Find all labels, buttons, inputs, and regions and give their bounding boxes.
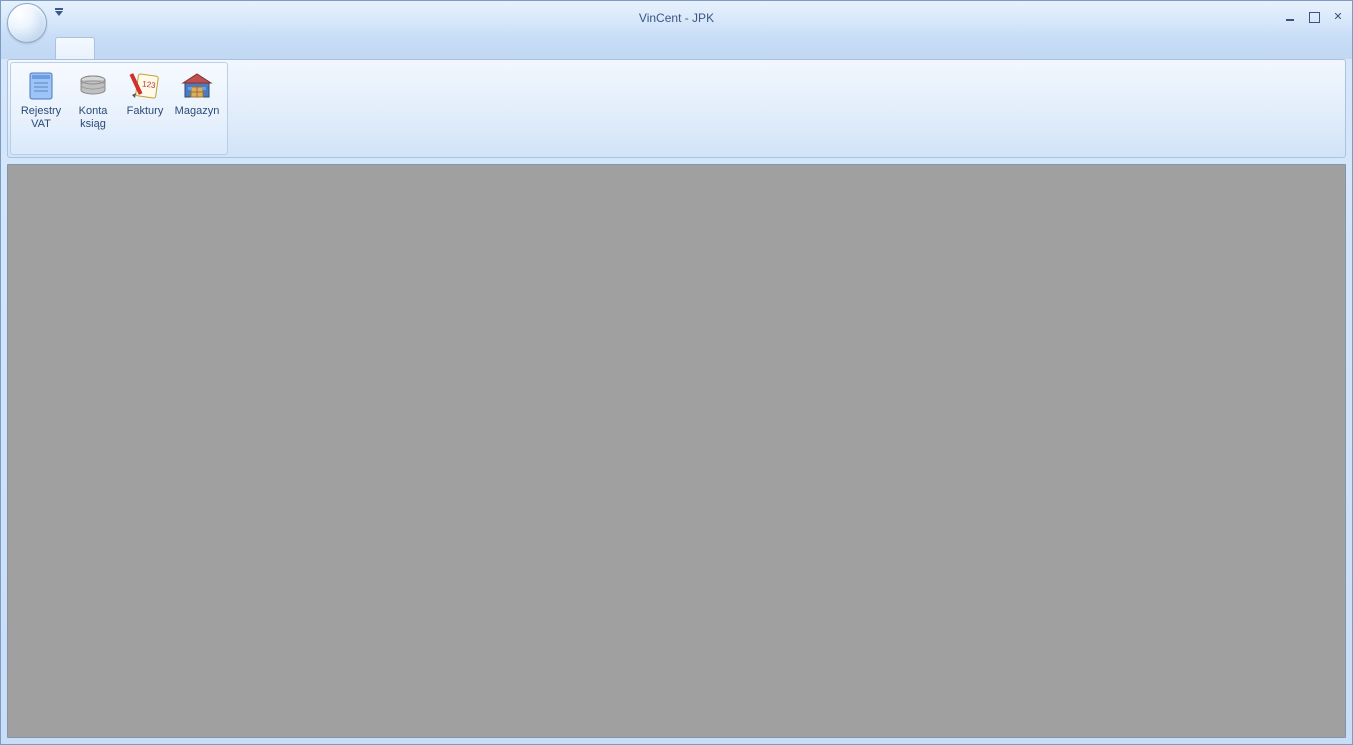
window-controls [1282,9,1346,25]
books-icon [75,69,111,103]
ribbon-button-magazyn[interactable]: Magazyn [171,65,223,152]
ribbon-button-label: Rejestry VAT [21,105,61,131]
app-menu-orb[interactable] [7,3,47,43]
close-button[interactable] [1330,9,1346,25]
ribbon-group: Rejestry VAT Konta ksiąg 123 [10,62,228,155]
mdi-workspace [7,164,1346,738]
ribbon-button-faktury[interactable]: 123 Faktury [119,65,171,152]
ribbon-button-label: Magazyn [175,105,220,118]
ribbon-button-label: Faktury [127,105,164,118]
ribbon-button-label: Konta ksiąg [79,105,108,131]
ribbon-tab-active[interactable] [55,37,95,59]
svg-text:123: 123 [142,79,157,90]
ribbon-button-rejestry-vat[interactable]: Rejestry VAT [15,65,67,152]
window-title: VinCent - JPK [1,11,1352,25]
minimize-button[interactable] [1282,9,1298,25]
warehouse-icon [179,69,215,103]
ribbon-button-konta-ksiag[interactable]: Konta ksiąg [67,65,119,152]
ribbon: Rejestry VAT Konta ksiąg 123 [7,59,1346,158]
ribbon-tab-strip [1,37,1352,59]
notepad-icon [23,69,59,103]
maximize-button[interactable] [1306,9,1322,25]
invoice-icon: 123 [127,69,163,103]
title-bar: VinCent - JPK [1,1,1352,37]
quick-access-dropdown[interactable] [55,11,63,16]
